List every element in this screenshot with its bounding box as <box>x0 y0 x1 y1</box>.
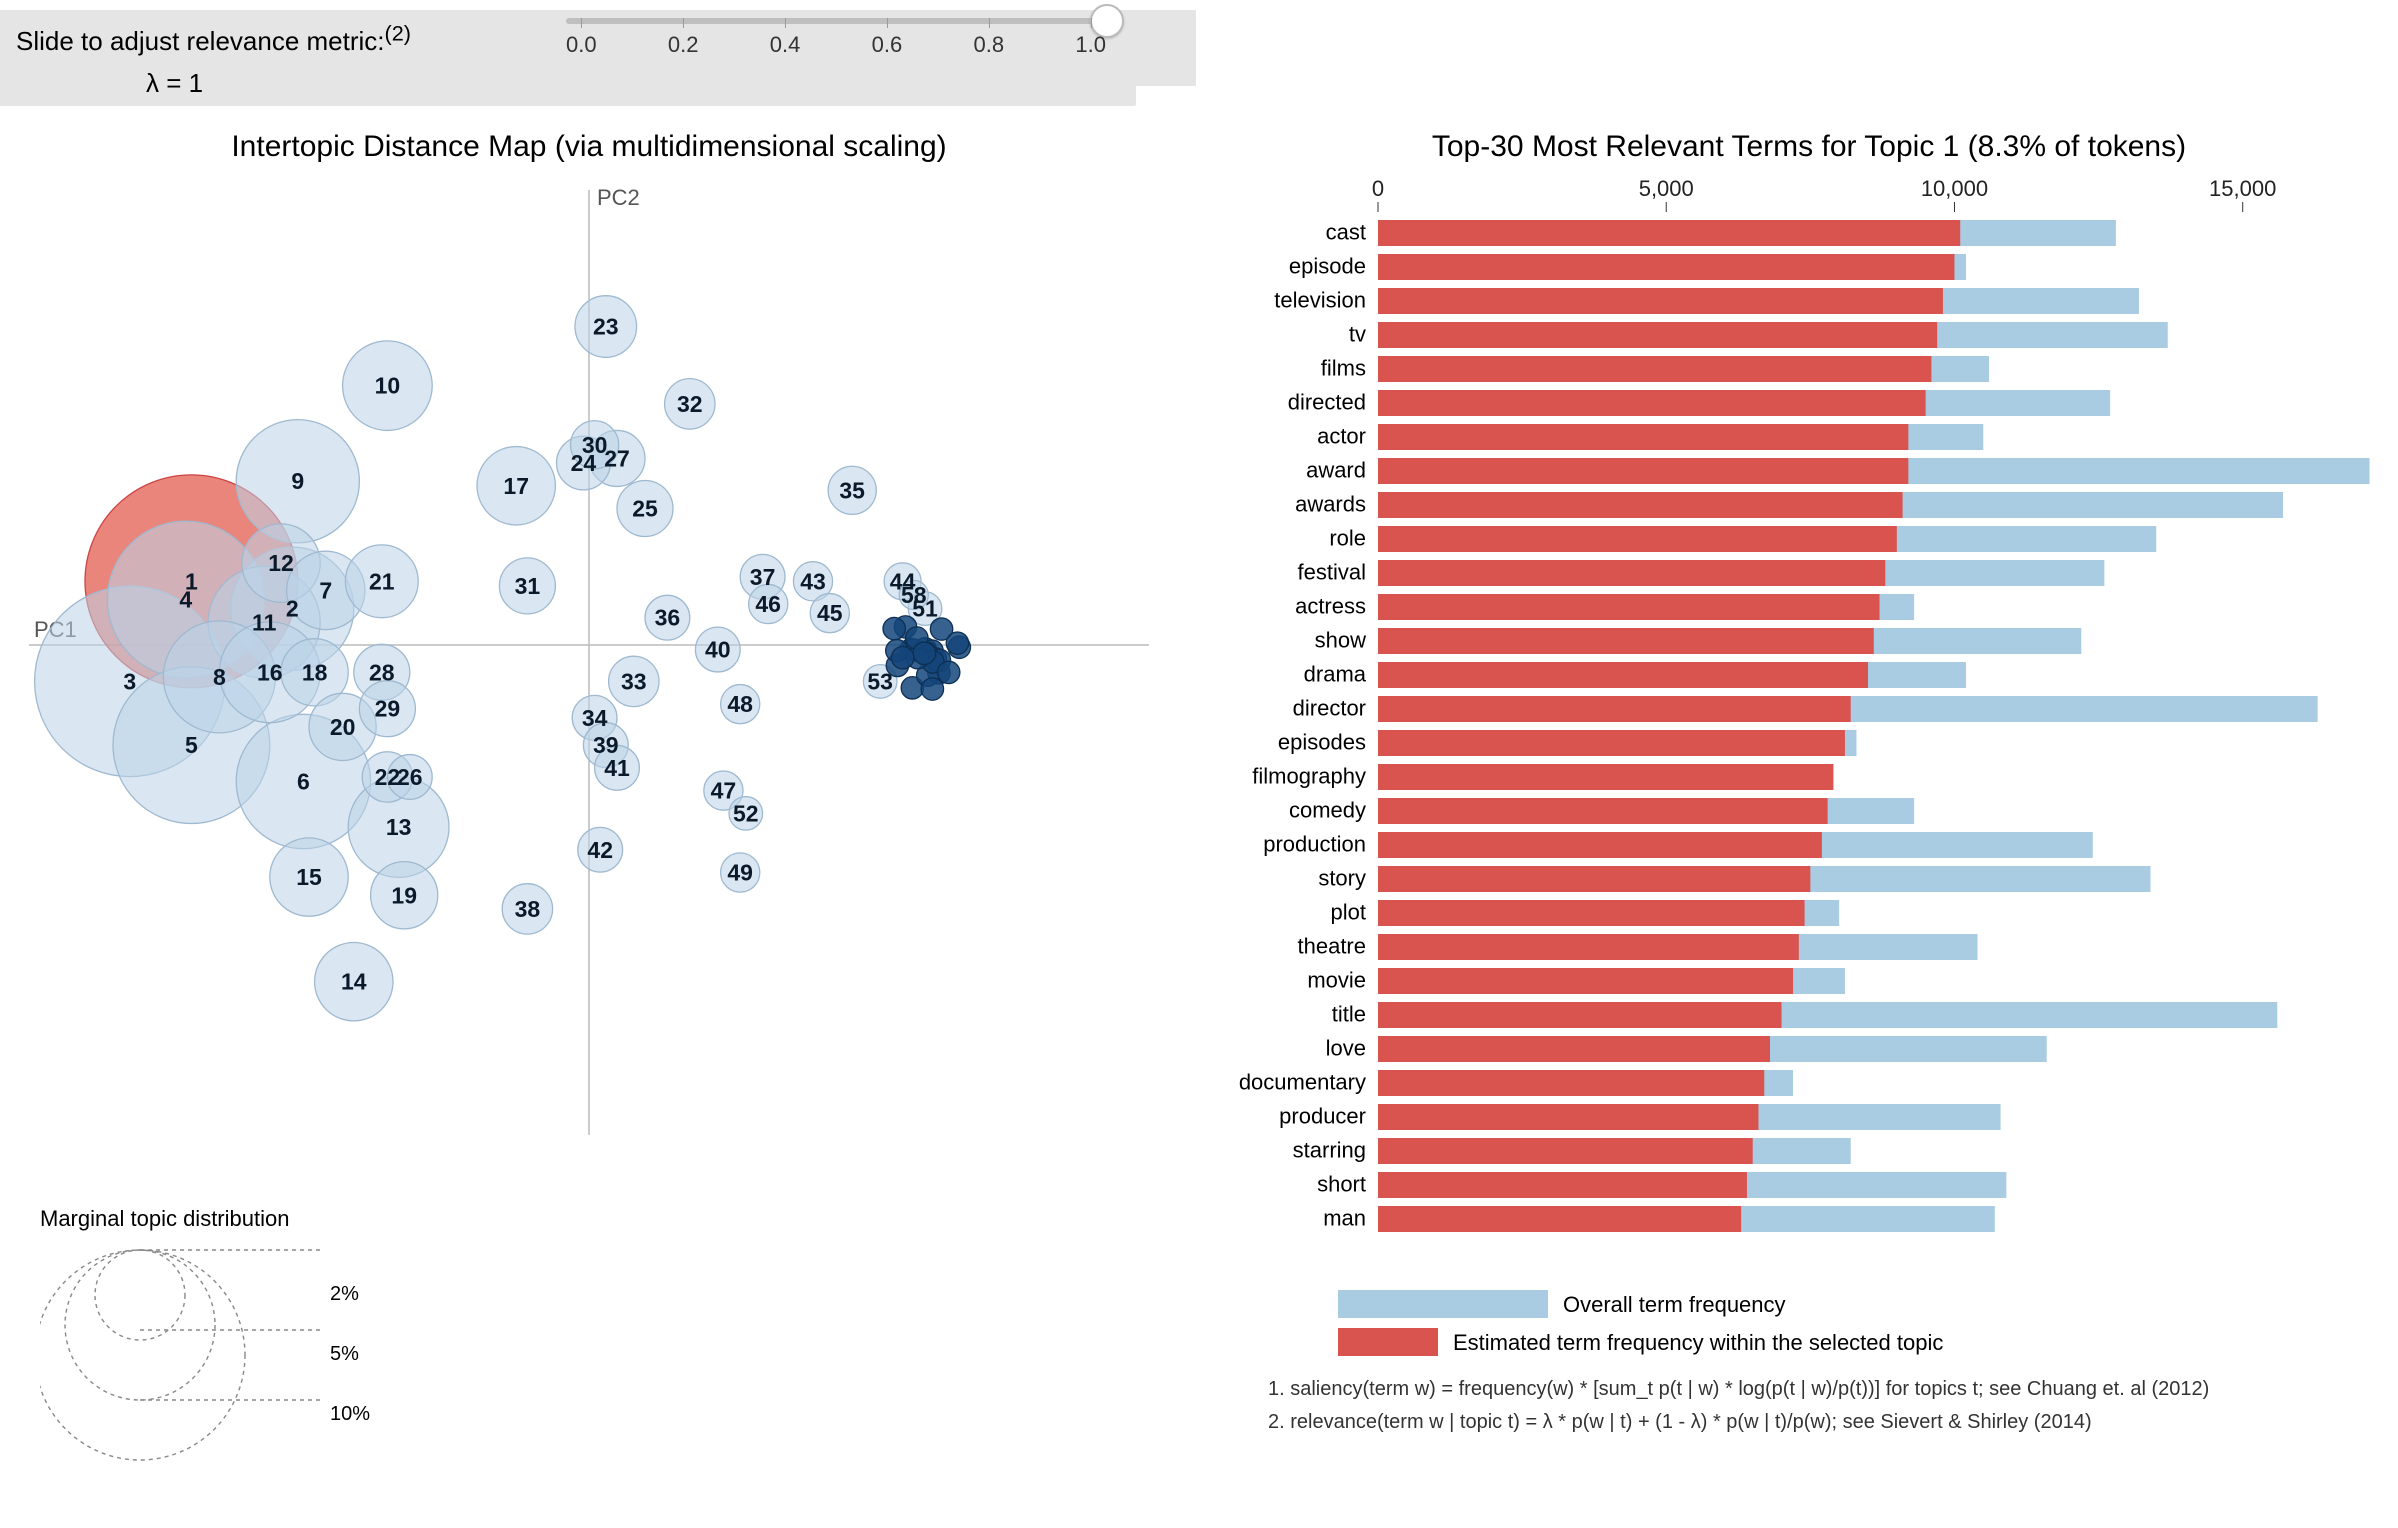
legend-topic: Estimated term frequency within the sele… <box>1453 1330 1943 1355</box>
svg-text:0: 0 <box>1372 180 1384 201</box>
svg-text:role: role <box>1329 526 1366 551</box>
lambda-value: λ = 1 <box>146 68 203 99</box>
slider-footnote-ref: (2) <box>385 20 411 45</box>
svg-text:theatre: theatre <box>1298 934 1367 959</box>
svg-text:story: story <box>1318 866 1366 891</box>
svg-text:32: 32 <box>677 391 703 417</box>
svg-text:16: 16 <box>257 659 283 685</box>
svg-text:45: 45 <box>817 600 843 626</box>
svg-text:13: 13 <box>386 814 412 840</box>
svg-text:producer: producer <box>1279 1104 1366 1129</box>
svg-text:television: television <box>1274 288 1366 313</box>
svg-text:15,000: 15,000 <box>2209 180 2276 201</box>
marginal-topic-legend: Marginal topic distribution 2% 5% 10% <box>40 1200 440 1480</box>
svg-text:6: 6 <box>297 769 310 795</box>
svg-text:comedy: comedy <box>1289 798 1366 823</box>
svg-text:12: 12 <box>268 550 294 576</box>
svg-text:5: 5 <box>185 732 198 758</box>
svg-text:cast: cast <box>1326 220 1366 245</box>
svg-text:short: short <box>1317 1172 1366 1197</box>
footnote-2: 2. relevance(term w | topic t) = λ * p(w… <box>1268 1411 2092 1433</box>
svg-text:directed: directed <box>1288 390 1366 415</box>
svg-text:8: 8 <box>213 664 226 690</box>
svg-text:38: 38 <box>515 896 541 922</box>
svg-text:plot: plot <box>1331 900 1366 925</box>
svg-text:29: 29 <box>375 696 401 722</box>
svg-text:5,000: 5,000 <box>1639 180 1694 201</box>
svg-text:festival: festival <box>1298 560 1366 585</box>
footnote-1: 1. saliency(term w) = frequency(w) * [su… <box>1268 1378 2209 1400</box>
svg-text:9: 9 <box>291 468 304 494</box>
svg-text:40: 40 <box>705 637 731 663</box>
svg-text:53: 53 <box>867 668 893 694</box>
intertopic-distance-map[interactable]: PC1 PC2 14122113816185620282922261315191… <box>14 175 1164 1175</box>
svg-text:award: award <box>1306 458 1366 483</box>
svg-text:3: 3 <box>123 668 136 694</box>
svg-text:15: 15 <box>296 864 322 890</box>
pct-10: 10% <box>330 1403 370 1425</box>
legend-overall: Overall term frequency <box>1563 1292 1786 1317</box>
svg-text:26: 26 <box>397 764 423 790</box>
svg-text:31: 31 <box>515 573 541 599</box>
svg-text:tv: tv <box>1349 322 1366 347</box>
svg-text:production: production <box>1263 832 1366 857</box>
svg-text:episode: episode <box>1289 254 1366 279</box>
svg-text:23: 23 <box>593 314 619 340</box>
pct-2: 2% <box>330 1283 359 1305</box>
svg-text:actor: actor <box>1317 424 1366 449</box>
svg-text:drama: drama <box>1304 662 1367 687</box>
svg-text:films: films <box>1321 356 1366 381</box>
svg-text:awards: awards <box>1295 492 1366 517</box>
svg-text:51: 51 <box>912 596 938 622</box>
svg-text:14: 14 <box>341 969 367 995</box>
svg-text:52: 52 <box>733 800 759 826</box>
svg-text:actress: actress <box>1295 594 1366 619</box>
svg-text:man: man <box>1323 1206 1366 1231</box>
svg-text:17: 17 <box>503 473 529 499</box>
svg-text:11: 11 <box>252 609 277 635</box>
svg-text:49: 49 <box>727 860 753 886</box>
svg-text:43: 43 <box>800 568 826 594</box>
slider-label: Slide to adjust relevance metric:(2) <box>16 26 411 56</box>
pc2-label: PC2 <box>597 185 640 210</box>
marginal-title: Marginal topic distribution <box>40 1206 289 1231</box>
svg-text:2: 2 <box>286 596 299 622</box>
svg-text:19: 19 <box>391 882 417 908</box>
svg-text:filmography: filmography <box>1252 764 1366 789</box>
svg-text:starring: starring <box>1293 1138 1366 1163</box>
svg-text:21: 21 <box>369 568 395 594</box>
svg-text:documentary: documentary <box>1239 1070 1366 1095</box>
svg-text:10: 10 <box>375 373 401 399</box>
svg-text:title: title <box>1332 1002 1366 1027</box>
svg-text:46: 46 <box>755 591 781 617</box>
svg-text:28: 28 <box>369 659 395 685</box>
top-terms-barchart[interactable]: 0 5,000 10,000 15,000 cast episode television… <box>1228 180 2388 1500</box>
svg-text:10,000: 10,000 <box>1921 180 1988 201</box>
svg-text:35: 35 <box>839 477 865 503</box>
svg-text:7: 7 <box>319 577 332 603</box>
svg-text:25: 25 <box>632 496 658 522</box>
svg-text:41: 41 <box>604 755 630 781</box>
svg-text:33: 33 <box>621 668 647 694</box>
svg-text:director: director <box>1293 696 1366 721</box>
svg-text:18: 18 <box>302 659 328 685</box>
svg-text:36: 36 <box>655 605 681 631</box>
svg-text:48: 48 <box>727 691 753 717</box>
svg-text:20: 20 <box>330 714 356 740</box>
svg-text:37: 37 <box>750 564 776 590</box>
svg-text:episodes: episodes <box>1278 730 1366 755</box>
svg-text:27: 27 <box>604 445 630 471</box>
intertopic-map-title: Intertopic Distance Map (via multidimens… <box>14 130 1164 164</box>
svg-text:love: love <box>1326 1036 1366 1061</box>
lambda-slider[interactable]: 0.00.20.40.60.81.0 <box>566 18 1106 58</box>
svg-text:show: show <box>1315 628 1366 653</box>
svg-text:34: 34 <box>582 705 608 731</box>
svg-text:4: 4 <box>179 587 192 613</box>
relevance-slider-panel: Slide to adjust relevance metric:(2) λ =… <box>0 10 1136 106</box>
svg-text:movie: movie <box>1307 968 1366 993</box>
svg-text:42: 42 <box>587 837 613 863</box>
top-terms-title: Top-30 Most Relevant Terms for Topic 1 (… <box>1234 130 2384 164</box>
pct-5: 5% <box>330 1343 359 1365</box>
